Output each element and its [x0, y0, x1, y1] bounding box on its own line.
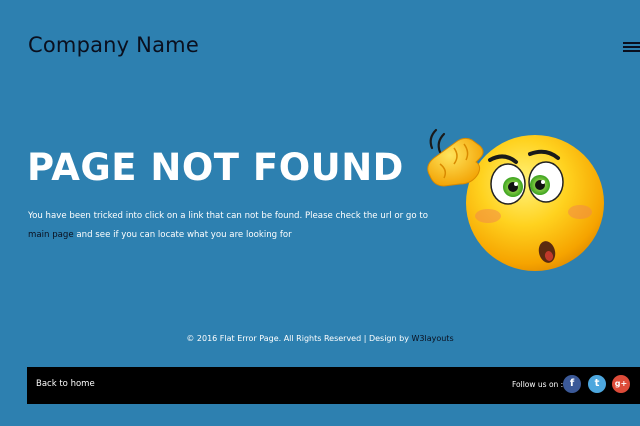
error-content: PAGE NOT FOUND You have been tricked int… — [0, 90, 640, 330]
facebook-icon[interactable]: f — [563, 375, 581, 393]
page-title: PAGE NOT FOUND — [27, 146, 404, 189]
main-page-link[interactable]: main page — [28, 230, 74, 240]
site-header: Company Name — [0, 0, 640, 90]
footer-bar: Back to home Follow us on : f t g+ — [27, 367, 640, 404]
copyright-notice: © 2016 Flat Error Page. All Rights Reser… — [0, 334, 640, 343]
message-text-end: and see if you can locate what you are l… — [73, 230, 292, 240]
follow-us-label: Follow us on : — [512, 380, 564, 389]
menu-bar — [623, 42, 640, 44]
menu-bar — [623, 50, 640, 52]
menu-bar — [623, 46, 640, 48]
google-plus-icon[interactable]: g+ — [612, 375, 630, 393]
message-text: You have been tricked into click on a li… — [28, 211, 428, 221]
copyright-text: © 2016 Flat Error Page. All Rights Reser… — [186, 334, 412, 343]
twitter-icon[interactable]: t — [588, 375, 606, 393]
brand-logo-link[interactable]: Company Name — [28, 33, 199, 57]
hamburger-menu-icon[interactable] — [623, 40, 640, 54]
error-message: You have been tricked into click on a li… — [28, 207, 428, 245]
back-to-home-link[interactable]: Back to home — [36, 379, 95, 389]
confused-emoji-icon — [427, 128, 604, 271]
designer-link[interactable]: W3layouts — [411, 334, 453, 343]
